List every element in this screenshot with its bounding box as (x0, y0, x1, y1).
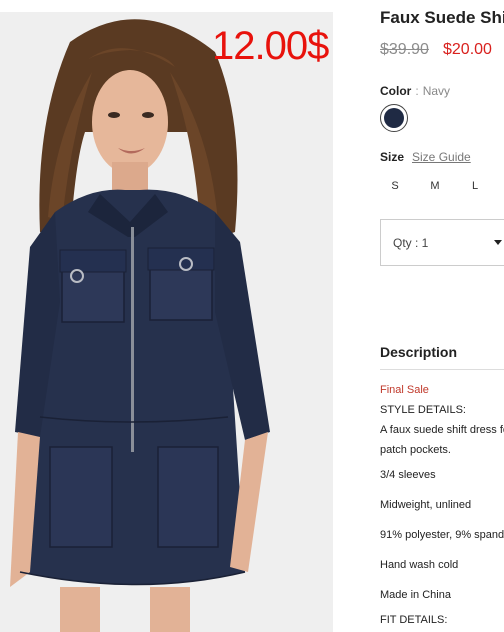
style-details-heading: STYLE DETAILS: (380, 404, 466, 416)
size-row: Size Size Guide (380, 150, 471, 164)
size-label: Size (380, 150, 405, 164)
description-line: Hand wash cold (380, 559, 459, 571)
description-line: 91% polyester, 9% spandex (380, 529, 504, 541)
color-row: Color: Navy (380, 84, 450, 98)
product-image[interactable] (0, 12, 333, 632)
color-label: Color (380, 84, 412, 98)
swatch-fill (384, 108, 404, 128)
original-price: $39.90 (380, 41, 429, 58)
quantity-select[interactable]: Qty : 1 (380, 219, 504, 266)
size-option-s[interactable]: S (380, 180, 410, 192)
color-value: Navy (422, 84, 451, 98)
size-option-l[interactable]: L (460, 180, 490, 192)
color-swatch-navy[interactable] (380, 104, 408, 132)
description-line: Midweight, unlined (380, 499, 472, 511)
quantity-value: Qty : 1 (393, 236, 429, 250)
size-option-m[interactable]: M (420, 180, 450, 192)
description-line: A faux suede shift dress featuring (380, 424, 504, 436)
product-info-panel: Faux Suede Shirt Dress $39.90 $20.00 Col… (380, 0, 504, 632)
size-guide-link[interactable]: Size Guide (412, 150, 471, 164)
sale-price: $20.00 (443, 41, 492, 58)
chevron-down-icon (494, 240, 502, 245)
fit-details-heading: FIT DETAILS: (380, 614, 448, 626)
description-line: 3/4 sleeves (380, 469, 436, 481)
product-title: Faux Suede Shirt Dress (380, 8, 504, 27)
overlay-price-label: 12.00$ (212, 24, 329, 68)
description-heading: Description (380, 344, 458, 360)
color-separator: : (415, 84, 419, 98)
final-sale-label: Final Sale (380, 384, 429, 396)
description-line: patch pockets. (380, 444, 451, 456)
description-divider (380, 369, 504, 370)
description-line: Made in China (380, 589, 451, 601)
